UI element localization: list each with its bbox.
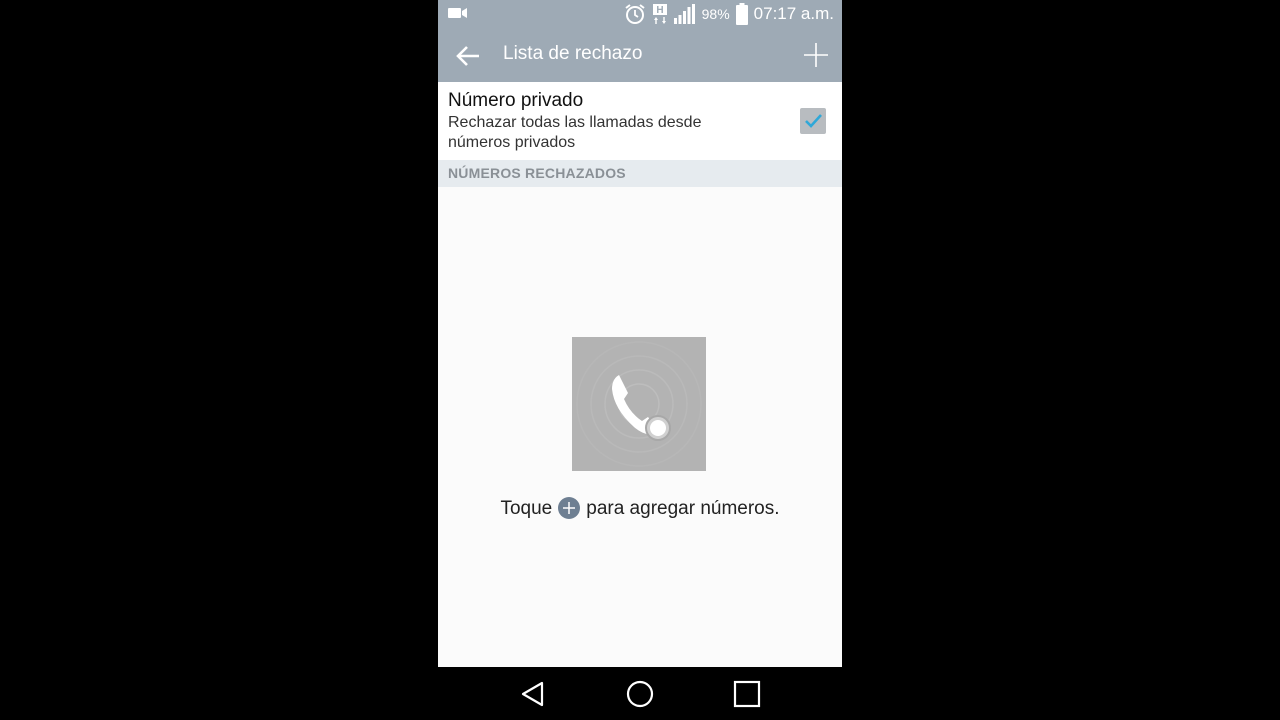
- content-area: Número privado Rechazar todas las llamad…: [438, 82, 842, 667]
- alarm-icon: [625, 4, 645, 24]
- empty-text-before: Toque: [500, 498, 553, 519]
- empty-state-message: Toque para agregar números.: [438, 497, 842, 520]
- section-header-label: NÚMEROS RECHAZADOS: [448, 165, 626, 181]
- private-number-preference[interactable]: Número privado Rechazar todas las llamad…: [438, 82, 842, 160]
- empty-text-after: para agregar números.: [586, 498, 780, 519]
- back-button[interactable]: [454, 42, 482, 70]
- private-number-title: Número privado: [448, 90, 584, 111]
- arrow-left-icon: [456, 46, 479, 66]
- nav-home-button[interactable]: [625, 679, 655, 709]
- network-h-icon: H: [652, 4, 667, 24]
- svg-text:H: H: [656, 5, 663, 16]
- private-number-checkbox[interactable]: [800, 108, 826, 134]
- action-bar: Lista de rechazo: [438, 28, 842, 82]
- private-number-summary: Rechazar todas las llamadas desde número…: [448, 114, 702, 151]
- back-triangle-icon: [521, 681, 544, 707]
- add-circle-icon: [558, 497, 581, 519]
- home-circle-icon: [626, 680, 654, 708]
- battery-icon: [735, 3, 748, 25]
- recents-square-icon: [733, 680, 761, 708]
- battery-percent: 98%: [701, 6, 730, 22]
- status-time: 07:17 a.m.: [753, 4, 834, 23]
- signal-icon: [673, 4, 695, 24]
- nav-back-button[interactable]: [518, 679, 548, 709]
- phone-screen: H 98% 07:17 a.m. Lista de rechazo Número…: [438, 0, 842, 720]
- video-camera-icon: [448, 8, 467, 18]
- navigation-bar: [438, 667, 842, 720]
- section-header: NÚMEROS RECHAZADOS: [438, 160, 842, 187]
- page-title: Lista de rechazo: [503, 43, 643, 64]
- checkmark-icon: [805, 114, 822, 128]
- status-left: [448, 6, 468, 25]
- add-number-button[interactable]: [802, 41, 830, 69]
- status-right: H 98% 07:17 a.m.: [624, 3, 834, 25]
- plus-icon: [804, 43, 828, 67]
- blocked-call-icon: [572, 337, 706, 471]
- nav-recents-button[interactable]: [732, 679, 762, 709]
- status-bar: H 98% 07:17 a.m.: [438, 0, 842, 28]
